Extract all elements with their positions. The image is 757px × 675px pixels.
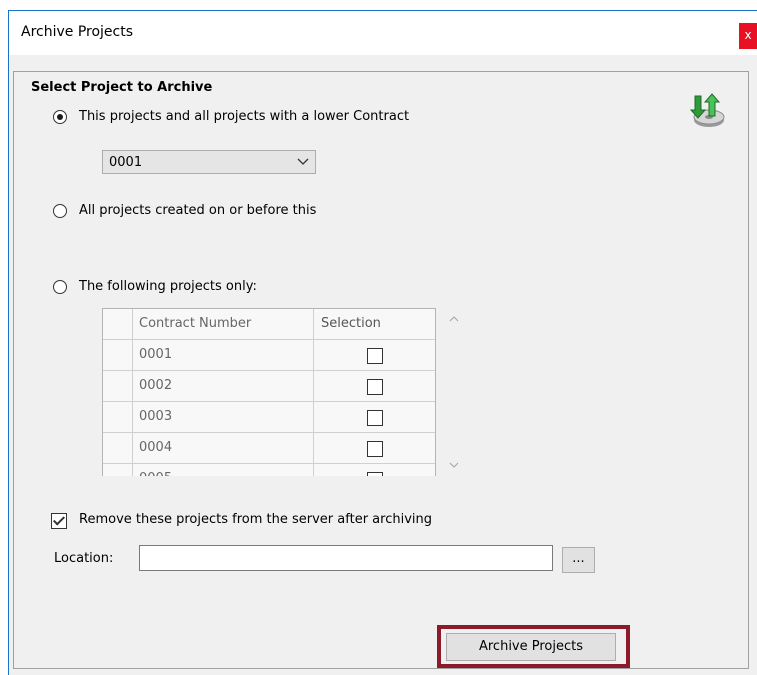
radio-following-only-label: The following projects only: bbox=[79, 279, 257, 294]
scroll-down-icon[interactable] bbox=[449, 458, 459, 472]
radio-lower-contract-label: This projects and all projects with a lo… bbox=[79, 109, 410, 124]
table-row[interactable]: 0001 bbox=[103, 340, 435, 371]
location-label: Location: bbox=[54, 551, 114, 566]
contract-cell[interactable]: 0004 bbox=[133, 433, 314, 463]
table-row[interactable]: 0005 bbox=[103, 464, 435, 476]
row-header-cell[interactable] bbox=[103, 402, 133, 432]
chevron-down-icon bbox=[297, 154, 309, 171]
selection-cell bbox=[314, 402, 435, 432]
contract-cell[interactable]: 0001 bbox=[133, 340, 314, 370]
section-title: Select Project to Archive bbox=[31, 80, 213, 95]
archive-projects-button[interactable]: Archive Projects bbox=[446, 633, 616, 661]
close-button[interactable]: x bbox=[739, 23, 757, 49]
radio-lower-contract[interactable] bbox=[53, 110, 67, 124]
contract-select-value: 0001 bbox=[109, 155, 143, 170]
row-select-checkbox[interactable] bbox=[367, 472, 383, 476]
selection-cell bbox=[314, 340, 435, 370]
remove-from-server-label: Remove these projects from the server af… bbox=[79, 512, 432, 527]
contract-cell[interactable]: 0002 bbox=[133, 371, 314, 401]
archive-options-panel: Select Project to Archive This projects … bbox=[13, 71, 749, 669]
radio-created-before[interactable] bbox=[53, 204, 67, 218]
table-row[interactable]: 0004 bbox=[103, 433, 435, 464]
row-select-checkbox[interactable] bbox=[367, 379, 383, 395]
row-header-cell[interactable] bbox=[103, 464, 133, 476]
radio-created-before-label: All projects created on or before this bbox=[79, 203, 317, 218]
row-select-checkbox[interactable] bbox=[367, 348, 383, 364]
contract-select[interactable]: 0001 bbox=[102, 150, 316, 174]
selection-cell bbox=[314, 433, 435, 463]
column-header-contract: Contract Number bbox=[133, 309, 314, 339]
browse-button[interactable]: ... bbox=[562, 547, 595, 573]
row-header-cell[interactable] bbox=[103, 340, 133, 370]
column-header-selection: Selection bbox=[321, 316, 381, 331]
row-header-cell[interactable] bbox=[103, 371, 133, 401]
contract-cell[interactable]: 0005 bbox=[133, 464, 314, 476]
table-row[interactable]: 0003 bbox=[103, 402, 435, 433]
window-title: Archive Projects bbox=[21, 24, 134, 40]
selection-cell bbox=[314, 371, 435, 401]
title-bar: Archive Projects x bbox=[9, 11, 757, 55]
table-row[interactable]: 0002 bbox=[103, 371, 435, 402]
grid-header-row: Contract Number Selection bbox=[103, 309, 435, 340]
remove-from-server-checkbox[interactable] bbox=[51, 513, 67, 529]
projects-grid: Contract Number Selection 0001 0002 0003 bbox=[102, 308, 436, 476]
radio-following-only[interactable] bbox=[53, 280, 67, 294]
row-select-checkbox[interactable] bbox=[367, 410, 383, 426]
contract-cell[interactable]: 0003 bbox=[133, 402, 314, 432]
selection-cell bbox=[314, 464, 435, 476]
row-header-cell[interactable] bbox=[103, 433, 133, 463]
archive-projects-dialog: Archive Projects x Select Project to Arc… bbox=[8, 10, 757, 675]
row-header-cell bbox=[103, 309, 133, 339]
row-select-checkbox[interactable] bbox=[367, 441, 383, 457]
scroll-up-icon[interactable] bbox=[449, 312, 459, 326]
location-input[interactable] bbox=[139, 545, 553, 571]
archive-disk-arrows-icon bbox=[689, 93, 725, 127]
